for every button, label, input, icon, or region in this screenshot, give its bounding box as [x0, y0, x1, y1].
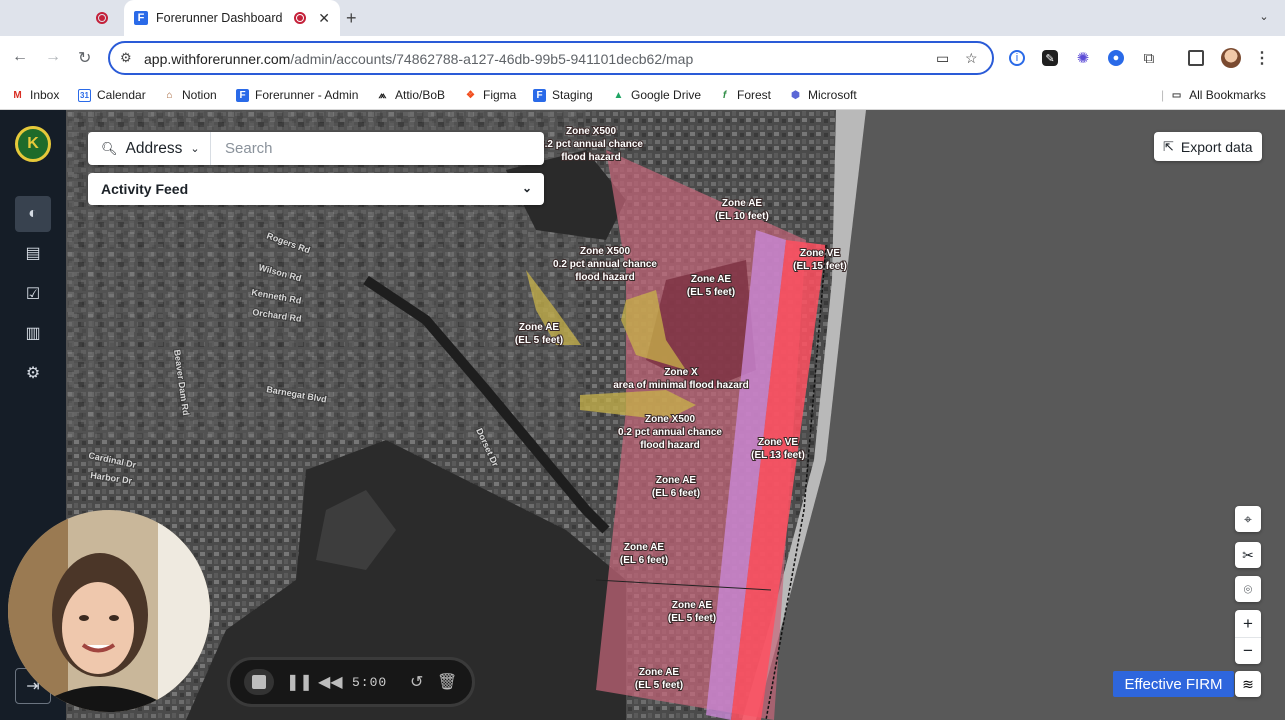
url-text: app.withforerunner.com/admin/accounts/74…: [144, 51, 694, 67]
locate-button[interactable]: ⌖: [1235, 506, 1261, 532]
bookmark-star-icon[interactable]: ☆: [965, 50, 978, 67]
zoom-out-button[interactable]: −: [1235, 637, 1261, 664]
layers-button[interactable]: ≋: [1235, 671, 1261, 697]
pause-button[interactable]: ❚❚: [286, 672, 313, 692]
delete-icon[interactable]: 🗑︎: [437, 672, 457, 692]
folder-icon: ▭: [1171, 89, 1182, 101]
divider: |: [1161, 88, 1165, 102]
zoom-in-button[interactable]: +: [1235, 610, 1261, 637]
bookmark-staging[interactable]: F Staging: [533, 85, 593, 105]
bookmark-microsoft[interactable]: ⬢ Microsoft: [789, 85, 857, 105]
extension-icon[interactable]: ●: [1108, 50, 1124, 66]
extension-icon[interactable]: ✺: [1075, 50, 1091, 67]
bookmark-google-drive[interactable]: ▲ Google Drive: [612, 85, 701, 105]
export-data-button[interactable]: ⇱ Export data: [1154, 132, 1262, 161]
extensions-puzzle-icon[interactable]: ⧉: [1141, 50, 1157, 67]
restart-icon[interactable]: ↺: [410, 672, 423, 692]
chrome-menu-icon[interactable]: ⋮: [1254, 50, 1270, 67]
rewind-button[interactable]: ◀◀: [318, 672, 343, 692]
tasks-nav[interactable]: ☑: [15, 276, 51, 312]
bookmark-attio[interactable]: ⩕ Attio/BoB: [376, 85, 445, 105]
search-type-label: Address: [125, 139, 183, 157]
search-bar: 🔍︎ Address ⌄: [88, 132, 544, 165]
bookmark-figma[interactable]: ❖ Figma: [464, 85, 516, 105]
browser-tab-active[interactable]: F Forerunner Dashboard ✕: [124, 0, 340, 36]
webcam-overlay: [8, 510, 210, 712]
library-nav[interactable]: ▥: [15, 315, 51, 351]
map-nav[interactable]: ◐: [15, 196, 51, 232]
zoom-controls: + −: [1235, 610, 1261, 664]
bookmark-forerunner-admin[interactable]: F Forerunner - Admin: [236, 85, 358, 105]
back-button[interactable]: ←: [12, 48, 28, 66]
bookmark-notion[interactable]: ⌂ Notion: [163, 85, 216, 105]
gear-icon: ⚙: [25, 365, 41, 382]
map-icon: ◐: [28, 205, 38, 222]
export-icon: ⇱: [1163, 138, 1174, 154]
crosshair-icon: ⌖: [1244, 510, 1252, 527]
all-bookmarks[interactable]: | ▭ All Bookmarks: [1161, 85, 1266, 105]
search-input[interactable]: [212, 133, 540, 164]
site-settings-icon[interactable]: ⚙: [120, 50, 132, 66]
figma-icon: ❖: [466, 89, 475, 101]
activity-feed-toggle[interactable]: Activity Feed ⌄: [88, 173, 544, 205]
checklist-icon: ☑: [25, 286, 41, 303]
chevron-down-icon: ⌄: [521, 181, 532, 195]
forest-icon: f: [722, 89, 727, 101]
search-type-dropdown[interactable]: 🔍︎ Address ⌄: [88, 132, 211, 165]
tab-title: Forerunner Dashboard: [156, 11, 283, 25]
reload-button[interactable]: ↻: [78, 48, 91, 68]
tab-search-chevron-icon[interactable]: ⌄: [1255, 10, 1273, 26]
forerunner-favicon: F: [134, 11, 148, 25]
recording-controls: ❚❚ ◀◀ 5:00 ↺ 🗑︎: [227, 657, 475, 707]
recording-dot-icon: [96, 12, 108, 24]
recording-timer: 5:00: [352, 675, 388, 690]
bookmark-inbox[interactable]: M Inbox: [11, 85, 59, 105]
layers-icon: ≋: [1242, 675, 1254, 692]
activity-feed-label: Activity Feed: [101, 181, 189, 197]
bookmarks-bar: M Inbox 31 Calendar ⌂ Notion F Forerunner - …: [0, 80, 1285, 110]
camera-icon[interactable]: ▭: [936, 50, 949, 67]
library-icon: ▥: [25, 325, 41, 342]
map-pin-icon: ⌾: [1243, 580, 1253, 597]
search-icon: 🔍︎: [101, 140, 118, 156]
add-marker-button[interactable]: ⌾: [1235, 576, 1261, 602]
webcam-feed: [8, 510, 210, 712]
forerunner-favicon: F: [236, 88, 249, 102]
bookmark-forest[interactable]: f Forest: [718, 85, 771, 105]
tools-icon: ✂: [1242, 546, 1254, 563]
browser-tab-strip: F Forerunner Dashboard ✕ + ⌄: [0, 0, 1285, 36]
records-nav[interactable]: ▤: [15, 235, 51, 271]
active-layer-label: Effective FIRM: [1113, 671, 1234, 697]
stop-recording-button[interactable]: [244, 669, 274, 695]
notion-icon: ⌂: [166, 89, 173, 101]
clipboard-icon: ▤: [25, 245, 41, 262]
address-bar[interactable]: ⚙ app.withforerunner.com/admin/accounts/…: [108, 41, 994, 75]
profile-avatar[interactable]: [1221, 48, 1241, 68]
browser-toolbar: ← → ↻ ⚙ app.withforerunner.com/admin/acc…: [0, 36, 1285, 80]
recording-dot-icon: [294, 12, 306, 24]
attio-icon: ⩕: [378, 89, 387, 101]
microsoft-icon: ⬢: [791, 89, 800, 101]
calendar-icon: 31: [78, 88, 91, 102]
bookmark-calendar[interactable]: 31 Calendar: [78, 85, 146, 105]
chevron-down-icon: ⌄: [190, 143, 200, 155]
browser-tab-recording[interactable]: [84, 0, 124, 36]
google-drive-icon: ▲: [613, 89, 624, 101]
measure-button[interactable]: ✂: [1235, 542, 1261, 568]
extension-icon[interactable]: ✎: [1042, 50, 1058, 66]
settings-nav[interactable]: ⚙: [15, 355, 51, 391]
export-data-label: Export data: [1180, 138, 1253, 155]
side-panel-icon[interactable]: [1188, 50, 1204, 66]
organization-logo[interactable]: K: [15, 126, 51, 162]
extension-icon[interactable]: i: [1009, 50, 1025, 66]
forward-button[interactable]: →: [45, 48, 61, 66]
new-tab-button[interactable]: +: [346, 8, 357, 29]
gmail-icon: M: [13, 89, 22, 101]
close-tab-icon[interactable]: ✕: [318, 10, 330, 27]
forerunner-favicon: F: [533, 88, 546, 102]
